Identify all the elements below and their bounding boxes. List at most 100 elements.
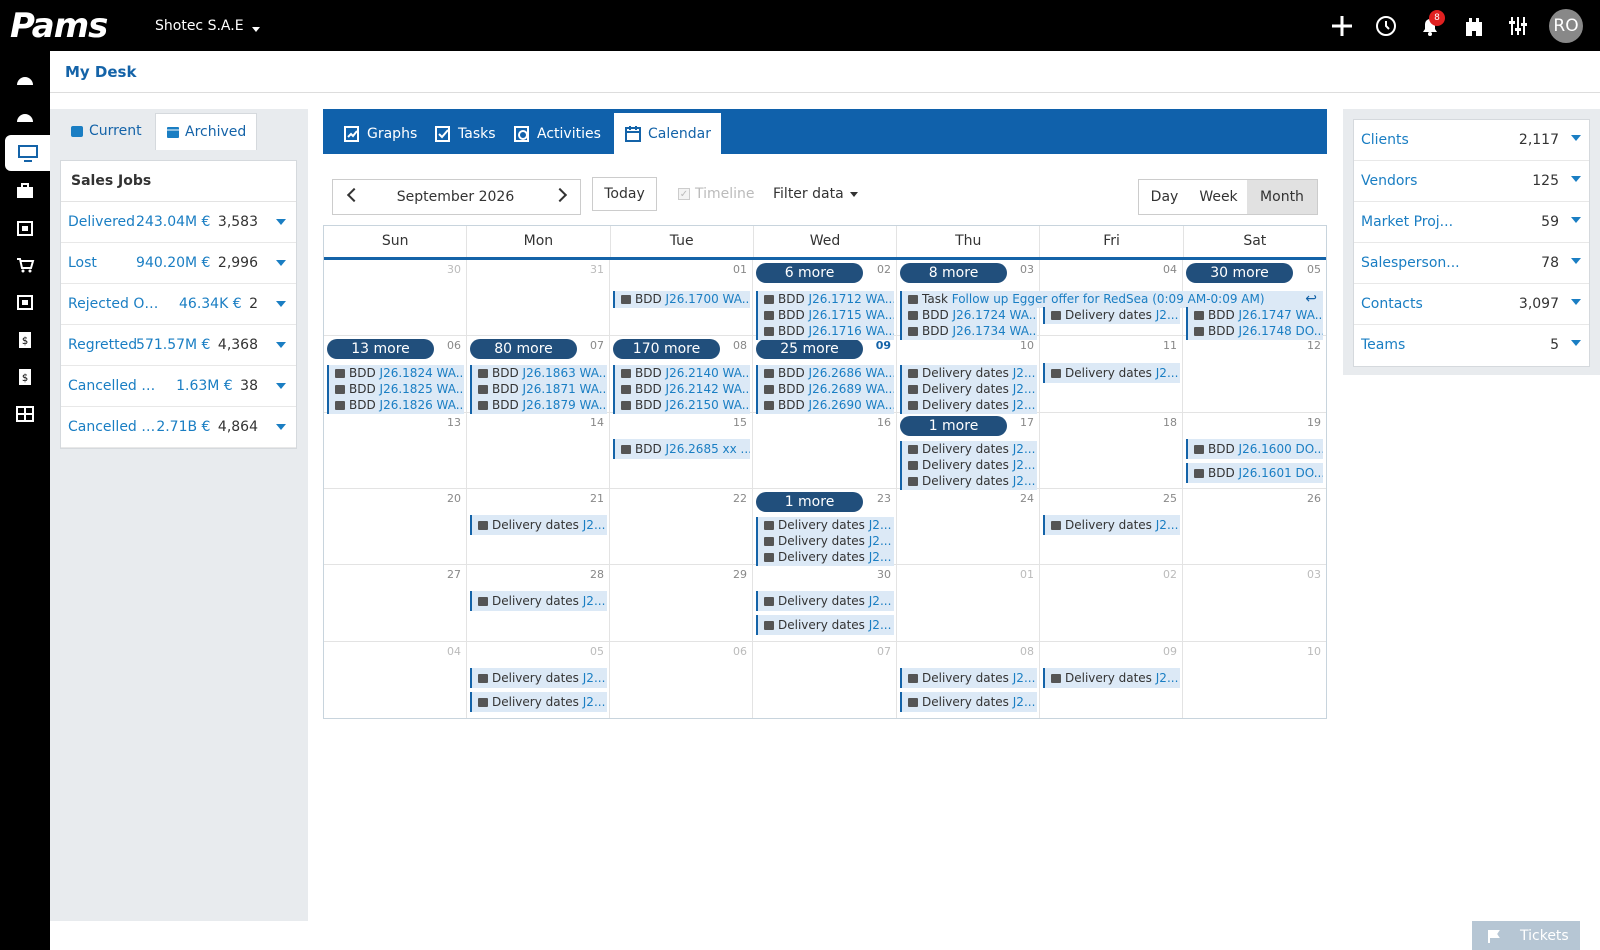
chevron-down-icon[interactable] xyxy=(1571,217,1581,223)
chevron-down-icon[interactable] xyxy=(276,424,286,430)
calendar-event[interactable]: BDD J26.1748 DO... xyxy=(1186,323,1323,340)
event-link[interactable]: J2... xyxy=(1156,366,1179,380)
event-link[interactable]: J2... xyxy=(1013,366,1036,380)
calendar-event[interactable]: BDD J26.1879 WA... xyxy=(470,397,607,414)
calendar-event[interactable]: BDD J26.1826 WA... xyxy=(327,397,464,414)
calendar-event[interactable]: BDD J26.1825 WA... xyxy=(327,381,464,398)
event-link[interactable]: J26.1712 WA... xyxy=(809,292,894,306)
calendar-event[interactable]: Delivery dates J2... xyxy=(470,515,607,535)
event-link[interactable]: J2... xyxy=(1156,518,1179,532)
calendar-event[interactable]: Delivery dates J2... xyxy=(1043,363,1180,383)
calendar-event[interactable]: BDD J26.1600 DO... xyxy=(1186,439,1323,459)
tab-activities[interactable]: Activities xyxy=(503,113,611,154)
chevron-down-icon[interactable] xyxy=(276,219,286,225)
event-link[interactable]: J26.1863 WA... xyxy=(523,366,607,380)
event-link[interactable]: J26.1716 WA... xyxy=(809,324,894,338)
calendar-event[interactable]: Delivery dates J2... xyxy=(756,533,894,550)
more-events-pill[interactable]: 30 more xyxy=(1186,263,1293,283)
event-link[interactable]: J26.1748 DO... xyxy=(1239,324,1323,338)
calendar-event[interactable]: Delivery dates J2... xyxy=(756,549,894,566)
event-link[interactable]: J26.2140 WA... xyxy=(666,366,750,380)
dashboard-icon[interactable] xyxy=(0,61,50,97)
chevron-down-icon[interactable] xyxy=(1571,135,1581,141)
calendar-day[interactable]: 03 xyxy=(1183,565,1326,642)
event-link[interactable]: J26.1601 DO... xyxy=(1239,466,1323,480)
more-events-pill[interactable]: 13 more xyxy=(327,339,434,359)
tab-calendar[interactable]: Calendar xyxy=(614,113,721,154)
history-icon[interactable] xyxy=(1372,12,1400,40)
event-link[interactable]: J2... xyxy=(1013,695,1036,709)
calendar-event[interactable]: Delivery dates J2... xyxy=(900,441,1037,458)
summary-row[interactable]: Contacts 3,097 xyxy=(1354,284,1589,325)
calendar-event[interactable]: Delivery dates J2... xyxy=(470,591,607,611)
summary-row[interactable]: Market Proj... 59 xyxy=(1354,202,1589,243)
chevron-down-icon[interactable] xyxy=(1571,258,1581,264)
sales-job-row[interactable]: Cancelled O... 1.63M € 38 xyxy=(61,366,296,407)
calendar-day[interactable]: 14 xyxy=(467,413,610,489)
calendar-event[interactable]: Delivery dates J2... xyxy=(900,668,1037,688)
tab-current[interactable]: Current xyxy=(60,113,152,149)
tab-graphs[interactable]: Graphs xyxy=(333,113,427,154)
event-link[interactable]: J2... xyxy=(583,671,606,685)
prev-month-icon[interactable] xyxy=(346,187,362,203)
event-link[interactable]: J2... xyxy=(869,618,892,632)
calendar-event[interactable]: Task Follow up Egger offer for RedSea (0… xyxy=(900,291,1323,308)
calendar-event[interactable]: BDD J26.2142 WA... xyxy=(613,381,750,398)
event-link[interactable]: J2... xyxy=(1013,458,1036,472)
event-link[interactable]: J26.1715 WA... xyxy=(809,308,894,322)
calendar-event[interactable]: BDD J26.1716 WA... xyxy=(756,323,894,340)
tab-archived[interactable]: Archived xyxy=(155,113,258,150)
calendar-day[interactable]: 12 xyxy=(1183,336,1326,413)
event-link[interactable]: J26.2690 WA... xyxy=(809,398,894,412)
calendar-day[interactable]: 26 xyxy=(1183,489,1326,565)
more-events-pill[interactable]: 1 more xyxy=(756,492,863,512)
more-events-pill[interactable]: 1 more xyxy=(900,416,1007,436)
calendar-event[interactable]: BDD J26.2686 WA... xyxy=(756,365,894,382)
event-link[interactable]: J26.1871 WA... xyxy=(523,382,607,396)
calendar-event[interactable]: Delivery dates J2... xyxy=(1043,668,1180,688)
event-link[interactable]: J26.1747 WA... xyxy=(1239,308,1323,322)
sales-job-row[interactable]: Rejected Or... 46.34K € 2 xyxy=(61,284,296,325)
summary-row[interactable]: Clients 2,117 xyxy=(1354,120,1589,161)
event-link[interactable]: J26.1826 WA... xyxy=(380,398,464,412)
calendar-day[interactable]: 27 xyxy=(324,565,467,642)
event-link[interactable]: J2... xyxy=(1013,398,1036,412)
calendar-day[interactable]: 22 xyxy=(610,489,753,565)
calendar-day[interactable]: 01 xyxy=(897,565,1040,642)
month-view-button[interactable]: Month xyxy=(1247,180,1317,214)
event-link[interactable]: J26.1879 WA... xyxy=(523,398,607,412)
week-view-button[interactable]: Week xyxy=(1190,180,1247,214)
calendar-event[interactable]: BDD J26.1601 DO... xyxy=(1186,463,1323,483)
calendar-event[interactable]: BDD J26.1734 WA... xyxy=(900,323,1037,340)
calendar-event[interactable]: BDD J26.1747 WA... xyxy=(1186,307,1323,324)
calendar-event[interactable]: BDD J26.1712 WA... xyxy=(756,291,894,308)
chevron-down-icon[interactable] xyxy=(276,260,286,266)
event-link[interactable]: J26.2685 xx ... xyxy=(666,442,750,456)
org-icon[interactable] xyxy=(0,284,50,320)
calendar-day[interactable]: 02 xyxy=(1040,565,1183,642)
calendar-day[interactable]: 16 xyxy=(753,413,897,489)
calendar-event[interactable]: BDD J26.2150 WA... xyxy=(613,397,750,414)
calendar-day[interactable]: 20 xyxy=(324,489,467,565)
event-link[interactable]: J26.2689 WA... xyxy=(809,382,894,396)
gauge-icon[interactable] xyxy=(0,98,50,134)
calendar-event[interactable]: Delivery dates J2... xyxy=(756,615,894,635)
event-link[interactable]: J2... xyxy=(1013,442,1036,456)
castle-icon[interactable] xyxy=(1460,12,1488,40)
calendar-event[interactable]: BDD J26.1863 WA... xyxy=(470,365,607,382)
more-events-pill[interactable]: 25 more xyxy=(756,339,863,359)
calendar-day[interactable]: 30 xyxy=(324,260,467,336)
desk-icon[interactable] xyxy=(5,135,50,171)
reports-icon[interactable] xyxy=(0,396,50,432)
more-events-pill[interactable]: 80 more xyxy=(470,339,577,359)
calendar-day[interactable]: 10 xyxy=(1183,642,1326,718)
calendar-event[interactable]: Delivery dates J2... xyxy=(900,381,1037,398)
event-link[interactable]: J2... xyxy=(869,594,892,608)
event-link[interactable]: J26.1734 WA... xyxy=(953,324,1037,338)
more-events-pill[interactable]: 8 more xyxy=(900,263,1007,283)
avatar[interactable]: RO xyxy=(1549,9,1583,43)
calendar-day[interactable]: 29 xyxy=(610,565,753,642)
summary-row[interactable]: Vendors 125 xyxy=(1354,161,1589,202)
calendar-event[interactable]: Delivery dates J2... xyxy=(756,591,894,611)
calendar-day[interactable]: 24 xyxy=(897,489,1040,565)
